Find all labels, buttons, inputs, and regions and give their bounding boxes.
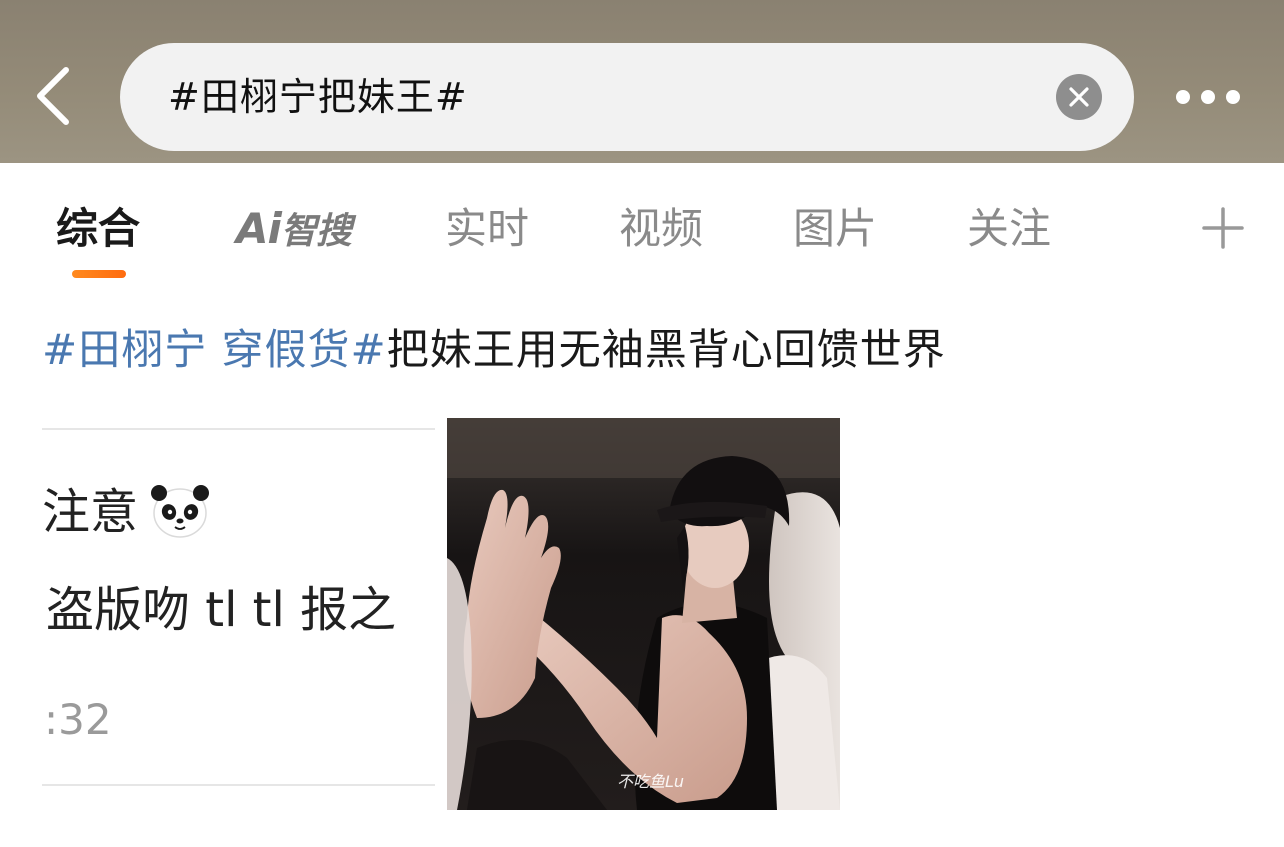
result-tabs: 综合 Ai智搜 实时 视频 图片 关注 [0,163,1284,293]
card-timestamp: :32 [44,695,112,744]
search-query-text: #田栩宁把妹王# [168,75,468,119]
photo-image [447,418,840,810]
back-button[interactable] [26,60,82,132]
active-tab-indicator [72,270,126,278]
tab-overflow-fade [1120,193,1180,263]
more-dot [1201,90,1215,104]
card-line-2: 盗版吻 tl tl 报之 [46,582,397,638]
panda-emoji-icon [151,485,210,538]
post-headline[interactable]: #田栩宁 穿假货#把妹王用无袖黑背心回馈世界 [42,320,946,380]
tab-following[interactable]: 关注 [967,201,1051,257]
embedded-screenshot-card[interactable]: 注意 盗版吻 tl tl 报之 :32 [42,428,435,786]
more-options-button[interactable] [1170,80,1250,114]
card-line-1: 注意 [42,482,210,542]
chevron-left-icon [37,67,69,125]
search-input[interactable]: #田栩宁把妹王# [120,43,1134,151]
tab-ai-search[interactable]: Ai智搜 [236,203,352,255]
photo-watermark: 不吃鱼Lu [617,772,685,791]
add-tab-button[interactable] [1200,205,1246,251]
tab-comprehensive[interactable]: 综合 [56,201,140,257]
ai-logo-icon: Ai [236,204,282,253]
topic-hashtag-link[interactable]: #田栩宁 穿假货# [42,325,387,374]
more-dots-icon [1176,90,1190,104]
ai-tab-label: 智搜 [280,211,352,252]
tab-images[interactable]: 图片 [793,201,877,257]
headline-text: 把妹王用无袖黑背心回馈世界 [386,325,946,374]
more-dot [1226,90,1240,104]
tab-realtime[interactable]: 实时 [445,201,529,257]
close-icon [1069,87,1089,107]
card-line-1-text: 注意 [42,484,139,540]
tab-video[interactable]: 视频 [619,201,703,257]
search-header: #田栩宁把妹王# [0,0,1284,163]
clear-search-button[interactable] [1056,74,1102,120]
post-photo[interactable]: 不吃鱼Lu [447,418,840,810]
plus-icon [1202,207,1244,249]
